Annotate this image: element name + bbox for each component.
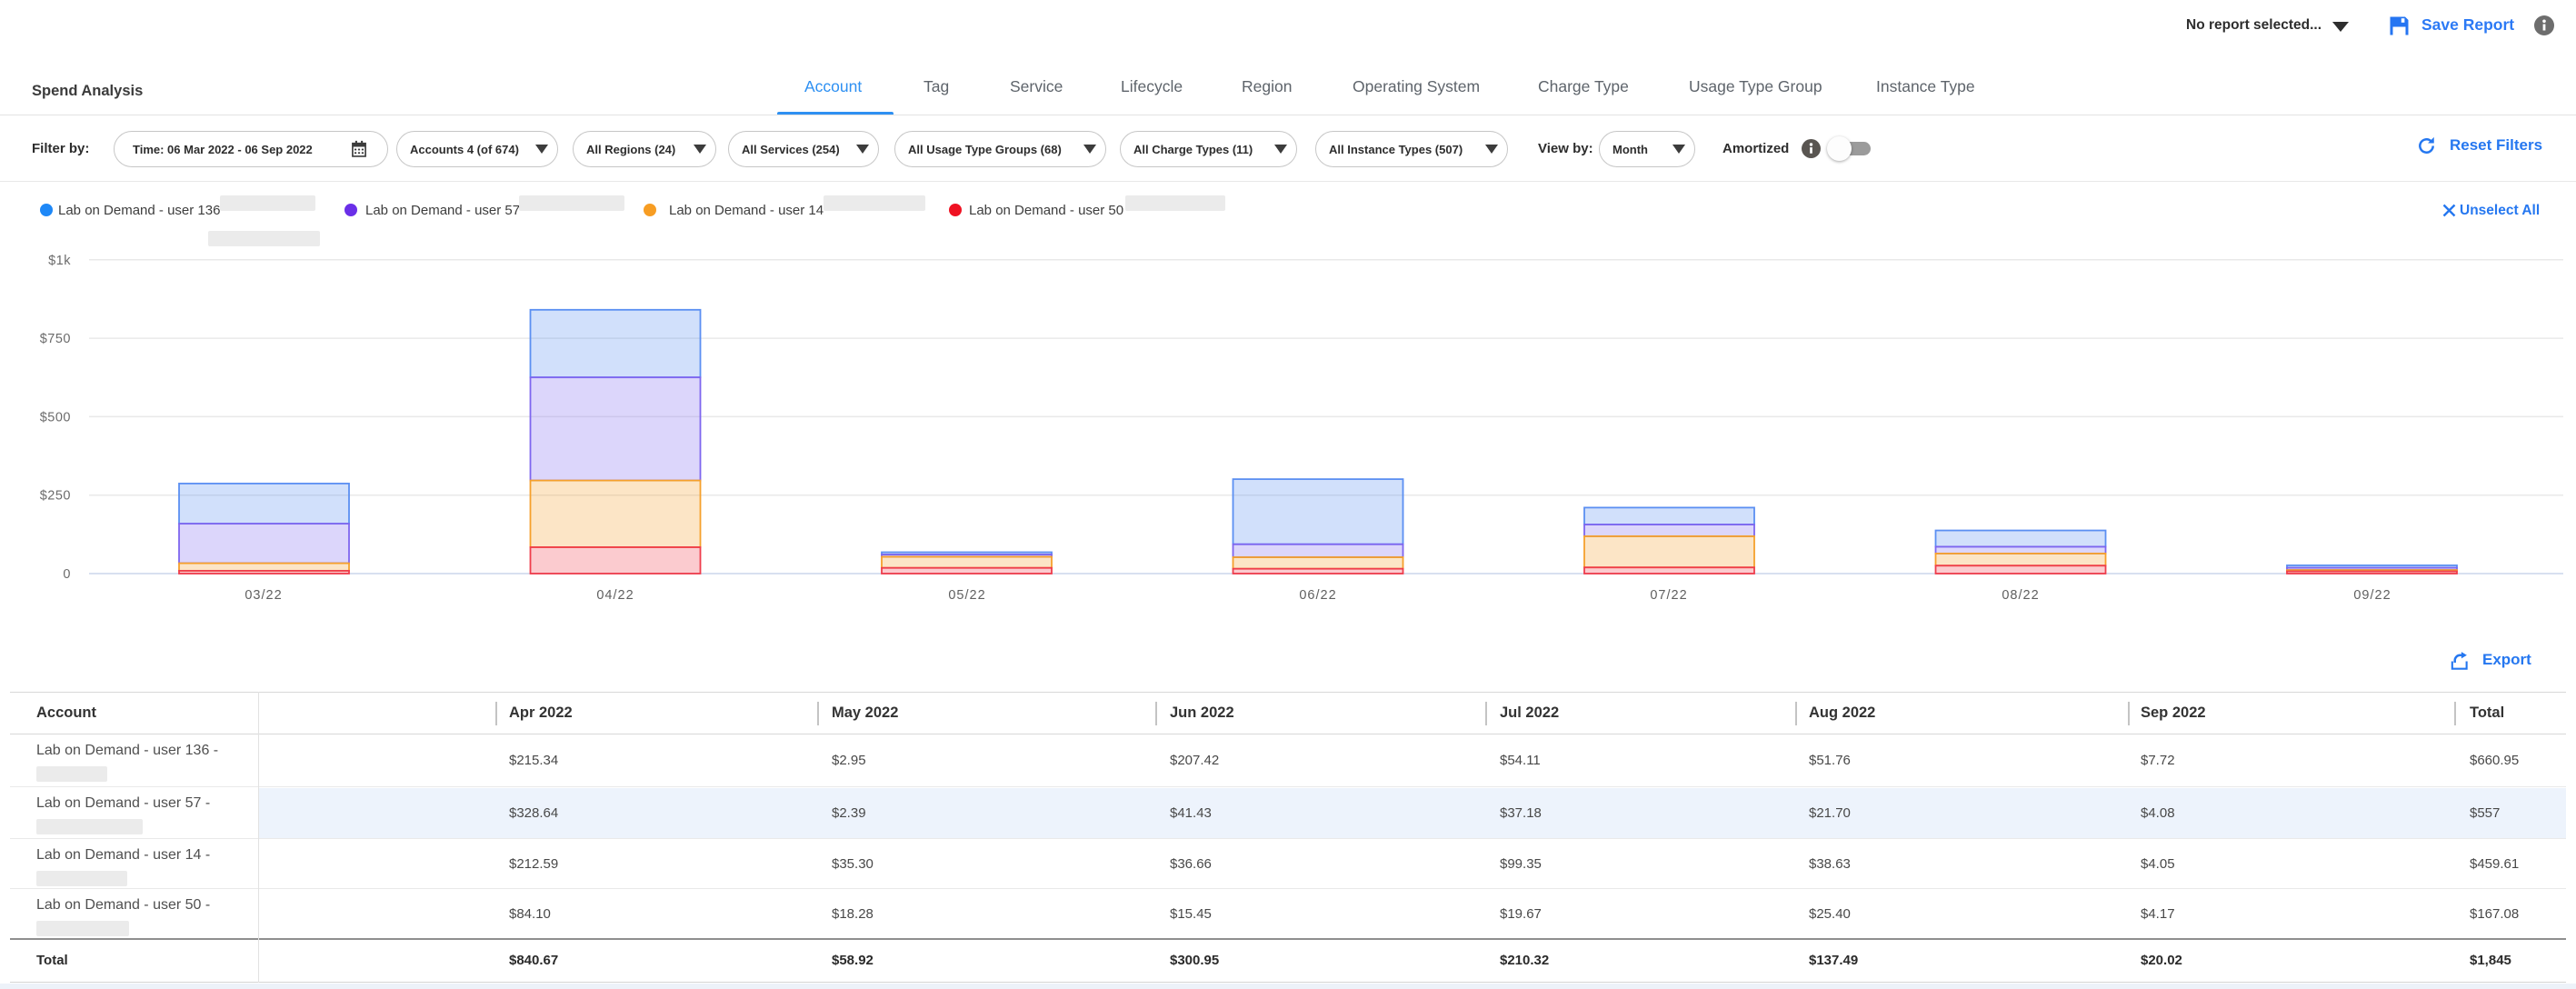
svg-text:$250: $250 — [40, 489, 71, 504]
svg-text:$1k: $1k — [48, 254, 71, 268]
svg-text:03/22: 03/22 — [245, 588, 282, 603]
svg-text:$500: $500 — [40, 410, 71, 425]
svg-text:04/22: 04/22 — [596, 588, 634, 603]
svg-text:07/22: 07/22 — [1650, 588, 1687, 603]
svg-text:05/22: 05/22 — [948, 588, 985, 603]
svg-text:09/22: 09/22 — [2353, 588, 2391, 603]
svg-text:$750: $750 — [40, 332, 71, 346]
svg-text:06/22: 06/22 — [1299, 588, 1336, 603]
svg-text:08/22: 08/22 — [2002, 588, 2039, 603]
svg-text:0: 0 — [63, 567, 71, 582]
